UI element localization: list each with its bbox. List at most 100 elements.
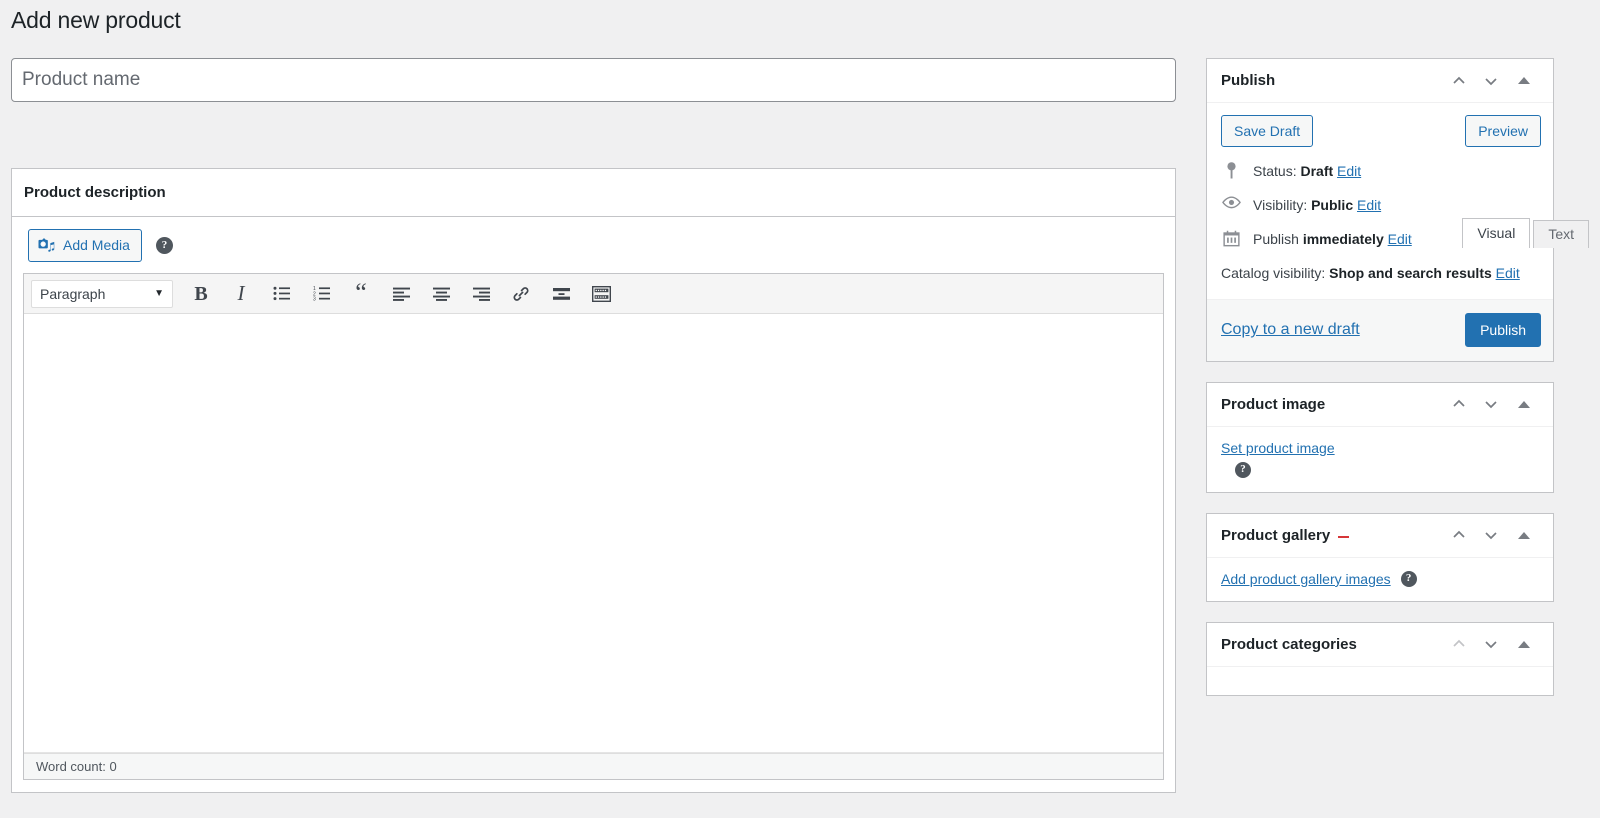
status-row: Status: Draft Edit (1221, 161, 1541, 182)
toggle-panel-icon[interactable] (1507, 386, 1541, 422)
svg-text:3: 3 (313, 297, 316, 301)
publish-button[interactable]: Publish (1465, 313, 1541, 348)
publish-header-actions (1443, 63, 1541, 99)
toggle-panel-icon[interactable] (1507, 63, 1541, 99)
product-categories-header: Product categories (1207, 623, 1553, 667)
catalog-visibility-row: Catalog visibility: Shop and search resu… (1221, 263, 1541, 285)
paragraph-format-select[interactable]: Paragraph ▼ (31, 279, 173, 308)
publish-body: Save Draft Preview Status: Draft Edit Vi… (1207, 103, 1553, 299)
publish-postbox: Publish Save Draft Preview Status: Draft… (1206, 58, 1554, 362)
product-image-postbox: Product image Set product image ? (1206, 381, 1554, 493)
link-icon[interactable] (501, 277, 541, 311)
editor-content-area[interactable] (24, 314, 1163, 753)
product-categories-postbox: Product categories (1206, 621, 1554, 696)
add-product-gallery-images-link[interactable]: Add product gallery images (1221, 571, 1391, 587)
calendar-icon (1221, 229, 1241, 247)
set-product-image-link[interactable]: Set product image (1221, 440, 1335, 456)
align-right-icon[interactable] (461, 277, 501, 311)
editor-help-icon[interactable]: ? (155, 236, 173, 254)
move-up-icon[interactable] (1443, 63, 1475, 99)
publish-major-actions: Save Draft Preview (1221, 115, 1541, 147)
paragraph-format-value: Paragraph (40, 285, 106, 302)
numbered-list-icon[interactable]: 1 2 3 (301, 277, 341, 311)
product-gallery-header-actions (1443, 517, 1541, 553)
title-field-wrap (11, 58, 1176, 102)
product-gallery-help-icon[interactable]: ? (1400, 570, 1417, 587)
media-buttons-bar: Add Media ? (23, 217, 1164, 273)
sidebar: Publish Save Draft Preview Status: Draft… (1206, 58, 1554, 716)
move-down-icon[interactable] (1475, 517, 1507, 553)
add-media-button[interactable]: Add Media (28, 228, 142, 262)
product-categories-header-actions (1443, 626, 1541, 662)
editor-wrap: Add Media ? Paragraph ▼ B I 1 2 3 “ Word… (12, 217, 1175, 780)
align-left-icon[interactable] (381, 277, 421, 311)
product-categories-body (1207, 667, 1553, 695)
post-status-pin-icon (1221, 161, 1241, 179)
admin-screen: Add new product Visual Text Product desc… (0, 0, 1600, 818)
product-gallery-title: Product gallery (1221, 527, 1443, 544)
product-description-title: Product description (24, 184, 166, 201)
move-down-icon[interactable] (1475, 386, 1507, 422)
tab-text[interactable]: Text (1533, 220, 1589, 248)
publish-date-label: Publish (1253, 231, 1299, 247)
toggle-panel-icon[interactable] (1507, 626, 1541, 662)
catalog-visibility-label: Catalog visibility: (1221, 265, 1326, 281)
bulleted-list-icon[interactable] (261, 277, 301, 311)
editor-toolbar: Paragraph ▼ B I 1 2 3 “ (24, 274, 1163, 314)
publish-date-text: Publish immediately Edit (1253, 229, 1412, 250)
blockquote-icon[interactable]: “ (341, 277, 381, 311)
word-count: Word count: 0 (36, 759, 117, 774)
product-image-body: Set product image ? (1207, 427, 1553, 492)
product-name-input[interactable] (11, 58, 1176, 102)
bold-icon[interactable]: B (181, 277, 221, 311)
product-image-header: Product image (1207, 383, 1553, 427)
product-categories-title: Product categories (1221, 635, 1357, 653)
edit-status-link[interactable]: Edit (1337, 163, 1361, 179)
edit-catalog-visibility-link[interactable]: Edit (1496, 265, 1520, 281)
page-title: Add new product (11, 7, 181, 33)
visibility-label: Visibility: (1253, 197, 1308, 213)
editor-frame: Paragraph ▼ B I 1 2 3 “ Word count: 0 (23, 273, 1164, 780)
product-image-title: Product image (1221, 395, 1326, 413)
chevron-down-icon: ▼ (154, 288, 164, 299)
visibility-row: Visibility: Public Edit (1221, 195, 1541, 216)
move-up-icon[interactable] (1443, 517, 1475, 553)
read-more-icon[interactable] (541, 277, 581, 311)
add-media-label: Add Media (63, 237, 130, 253)
edit-publish-date-link[interactable]: Edit (1388, 231, 1412, 247)
move-down-icon[interactable] (1475, 63, 1507, 99)
product-description-postbox: Product description Add Media ? Paragrap… (11, 168, 1176, 793)
toolbar-toggle-icon[interactable] (581, 277, 621, 311)
save-draft-button[interactable]: Save Draft (1221, 115, 1314, 147)
toggle-panel-icon[interactable] (1507, 517, 1541, 553)
move-up-icon[interactable] (1443, 386, 1475, 422)
publish-header: Publish (1207, 59, 1553, 103)
product-image-header-actions (1443, 386, 1541, 422)
align-center-icon[interactable] (421, 277, 461, 311)
eye-icon (1221, 195, 1241, 209)
move-up-icon[interactable] (1443, 626, 1475, 662)
product-gallery-title-text: Product gallery (1221, 526, 1331, 544)
publish-footer: Copy to a new draft Publish (1207, 298, 1553, 361)
publish-title: Publish (1221, 72, 1276, 89)
edit-visibility-link[interactable]: Edit (1357, 197, 1381, 213)
publish-date-value: immediately (1302, 231, 1384, 247)
product-image-help-icon[interactable]: ? (1235, 461, 1251, 478)
editor-status-bar: Word count: 0 (24, 753, 1163, 779)
catalog-visibility-value: Shop and search results (1329, 265, 1492, 281)
product-gallery-body: Add product gallery images ? (1207, 558, 1553, 601)
move-down-icon[interactable] (1475, 626, 1507, 662)
editor-mode-tabs: Visual Text (1459, 218, 1589, 248)
status-label: Status: (1253, 163, 1297, 179)
tab-visual[interactable]: Visual (1462, 218, 1531, 248)
product-description-header: Product description (12, 169, 1175, 217)
visibility-value: Public (1311, 197, 1354, 213)
copy-to-new-draft-link[interactable]: Copy to a new draft (1221, 321, 1360, 339)
italic-icon[interactable]: I (221, 277, 261, 311)
text-cursor-marker (1338, 535, 1350, 538)
media-icon (38, 238, 55, 253)
status-value: Draft (1300, 163, 1334, 179)
preview-button[interactable]: Preview (1465, 115, 1541, 147)
visibility-text: Visibility: Public Edit (1253, 195, 1381, 216)
product-gallery-postbox: Product gallery Add product gallery imag… (1206, 512, 1554, 602)
